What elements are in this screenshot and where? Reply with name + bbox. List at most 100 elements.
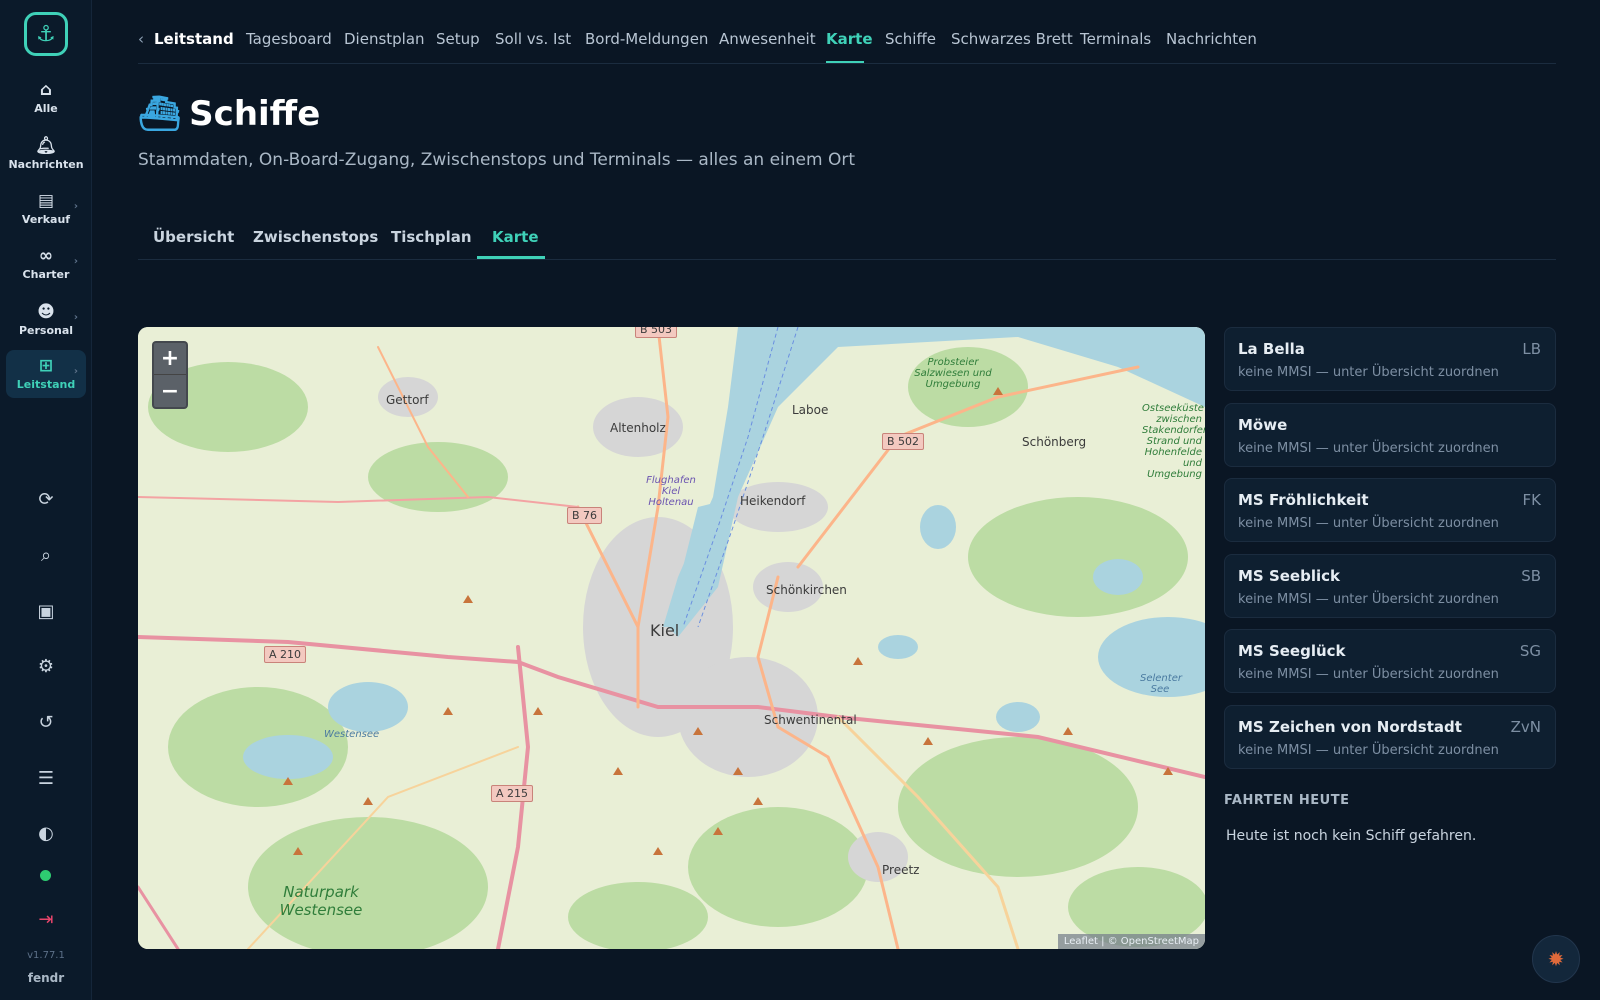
- ship-name: MS Seeglück: [1238, 642, 1346, 660]
- topnav-link-anwesenheit[interactable]: Anwesenheit: [719, 30, 816, 48]
- topnav-link-bord-meldungen[interactable]: Bord-Meldungen: [585, 30, 708, 48]
- breadcrumb[interactable]: ‹ Leitstand: [138, 30, 234, 48]
- users-icon: ☻: [37, 302, 55, 322]
- chevron-right-icon: ›: [73, 256, 78, 267]
- ship-icon: ⛴: [138, 94, 182, 134]
- page-subtitle: Stammdaten, On-Board-Zugang, Zwischensto…: [138, 150, 855, 170]
- map-place-label: Westensee: [324, 729, 380, 740]
- trips-today-heading: FAHRTEN HEUTE: [1224, 793, 1350, 808]
- topnav-link-setup[interactable]: Setup: [436, 30, 480, 48]
- ship-mmsi-hint: keine MMSI — unter Übersicht zuordnen: [1238, 365, 1499, 380]
- server-icon[interactable]: ☰: [30, 762, 62, 794]
- map-place-label: Schwentinental: [764, 713, 857, 727]
- tab-tischplan[interactable]: Tischplan: [391, 228, 472, 246]
- bug-report-button[interactable]: ✹: [1532, 935, 1580, 983]
- map-place-label: Laboe: [792, 403, 829, 417]
- brand-name: fendr: [27, 971, 65, 985]
- topnav-link-nachrichten[interactable]: Nachrichten: [1166, 30, 1257, 48]
- map-attribution[interactable]: Leaflet | © OpenStreetMap: [1057, 934, 1205, 949]
- chevron-right-icon: ›: [73, 312, 78, 323]
- chevron-right-icon: ›: [73, 366, 78, 377]
- map[interactable]: + − Gettorf Altenholz Laboe Schönberg He…: [138, 327, 1205, 949]
- chevron-right-icon: ›: [73, 201, 78, 212]
- ship-mmsi-hint: keine MMSI — unter Übersicht zuordnen: [1238, 516, 1499, 531]
- road-label: A 215: [491, 785, 534, 802]
- map-place-label: Selenter See: [1140, 673, 1182, 695]
- home-icon: ⌂: [39, 80, 53, 100]
- ship-mmsi-hint: keine MMSI — unter Übersicht zuordnen: [1238, 441, 1499, 456]
- chevron-left-icon[interactable]: ‹: [138, 30, 144, 48]
- topnav-link-schiffe[interactable]: Schiffe: [885, 30, 936, 48]
- active-tab-indicator: [477, 256, 545, 259]
- nature-area-label: Probsteier Salzwiesen und Umgebung: [914, 357, 992, 390]
- page-title-text: Schiffe: [189, 94, 321, 134]
- refresh-icon[interactable]: ⟳: [30, 483, 62, 515]
- search-icon[interactable]: ⌕: [30, 539, 62, 571]
- topnav-link-schwarzes-brett[interactable]: Schwarzes Brett: [951, 30, 1073, 48]
- topnav-link-terminals[interactable]: Terminals: [1080, 30, 1151, 48]
- ship-name: Möwe: [1238, 416, 1288, 434]
- map-place-label: Gettorf: [386, 393, 429, 407]
- road-label: B 76: [567, 507, 603, 524]
- calendar-check-icon[interactable]: ▣: [30, 595, 62, 627]
- topnav-link-dienstplan[interactable]: Dienstplan: [344, 30, 425, 48]
- road-label: A 210: [264, 646, 307, 663]
- map-place-label: Schönkirchen: [766, 583, 847, 597]
- sidebar-item-label: Nachrichten: [8, 158, 84, 171]
- ship-mmsi-hint: keine MMSI — unter Übersicht zuordnen: [1238, 667, 1499, 682]
- tab-zwischenstops[interactable]: Zwischenstops: [253, 228, 378, 246]
- binoculars-icon: ∞: [38, 246, 54, 266]
- logout-icon[interactable]: ⇥: [30, 903, 62, 935]
- sidebar-item-alle[interactable]: ⌂ Alle: [6, 74, 86, 122]
- page-tabs: Übersicht Zwischenstops Tischplan Karte: [138, 226, 1556, 260]
- ship-abbreviation: FK: [1522, 491, 1541, 509]
- sidebar-item-label: Charter: [22, 268, 70, 281]
- ship-card[interactable]: La Bella LB keine MMSI — unter Übersicht…: [1224, 327, 1556, 391]
- grid-icon: ⊞: [38, 356, 54, 376]
- ship-abbreviation: SB: [1521, 567, 1541, 585]
- page-title: ⛴ Schiffe: [138, 94, 320, 134]
- sidebar-item-label: Personal: [18, 324, 74, 337]
- gear-icon[interactable]: ⚙: [30, 650, 62, 682]
- tab-uebersicht[interactable]: Übersicht: [153, 228, 234, 246]
- ship-mmsi-hint: keine MMSI — unter Übersicht zuordnen: [1238, 592, 1499, 607]
- map-place-label: Schönberg: [1022, 435, 1087, 449]
- sidebar-item-nachrichten[interactable]: 🔔︎ Nachrichten: [6, 130, 86, 178]
- sidebar-item-verkauf[interactable]: ▤ Verkauf ›: [6, 185, 86, 233]
- online-status-dot: [40, 870, 51, 881]
- topnav-link-karte[interactable]: Karte: [826, 30, 873, 48]
- ship-card[interactable]: Möwe keine MMSI — unter Übersicht zuordn…: [1224, 403, 1556, 467]
- sidebar-item-personal[interactable]: ☻ Personal ›: [6, 296, 86, 344]
- sidebar-item-label: Verkauf: [21, 213, 71, 226]
- ship-card[interactable]: MS Zeichen von Nordstadt ZvN keine MMSI …: [1224, 705, 1556, 769]
- active-tab-indicator: [826, 61, 864, 63]
- anchor-plus-logo-icon: ⚓: [36, 21, 56, 47]
- ship-card[interactable]: MS Seeblick SB keine MMSI — unter Übersi…: [1224, 554, 1556, 618]
- app-version: v1.77.1: [27, 950, 65, 961]
- map-place-label: Flughafen Kiel Holtenau: [646, 475, 696, 508]
- zoom-in-button[interactable]: +: [154, 343, 186, 375]
- topnav-link-tagesboard[interactable]: Tagesboard: [246, 30, 332, 48]
- ship-card[interactable]: MS Fröhlichkeit FK keine MMSI — unter Üb…: [1224, 478, 1556, 542]
- ship-name: MS Fröhlichkeit: [1238, 491, 1369, 509]
- ladybug-icon: ✹: [1547, 947, 1565, 971]
- sidebar-item-label: Leitstand: [16, 378, 76, 391]
- sidebar-item-charter[interactable]: ∞ Charter ›: [6, 240, 86, 288]
- sidebar-item-leitstand[interactable]: ⊞ Leitstand ›: [6, 350, 86, 398]
- ship-abbreviation: ZvN: [1510, 718, 1541, 736]
- cash-register-icon: ▤: [37, 191, 55, 211]
- ship-abbreviation: LB: [1522, 340, 1541, 358]
- topnav-link-soll-vs-ist[interactable]: Soll vs. Ist: [495, 30, 571, 48]
- ship-card[interactable]: MS Seeglück SG keine MMSI — unter Übersi…: [1224, 629, 1556, 693]
- tab-karte[interactable]: Karte: [492, 228, 539, 246]
- road-label: B 502: [882, 433, 925, 450]
- map-place-label: Kiel: [650, 621, 680, 640]
- ship-name: MS Seeblick: [1238, 567, 1340, 585]
- trips-empty-message: Heute ist noch kein Schiff gefahren.: [1226, 828, 1477, 844]
- breadcrumb-label: Leitstand: [154, 30, 234, 48]
- app-logo[interactable]: ⚓: [24, 12, 68, 56]
- history-icon[interactable]: ↺: [30, 706, 62, 738]
- ship-mmsi-hint: keine MMSI — unter Übersicht zuordnen: [1238, 743, 1499, 758]
- contrast-icon[interactable]: ◐: [30, 817, 62, 849]
- zoom-out-button[interactable]: −: [154, 375, 186, 407]
